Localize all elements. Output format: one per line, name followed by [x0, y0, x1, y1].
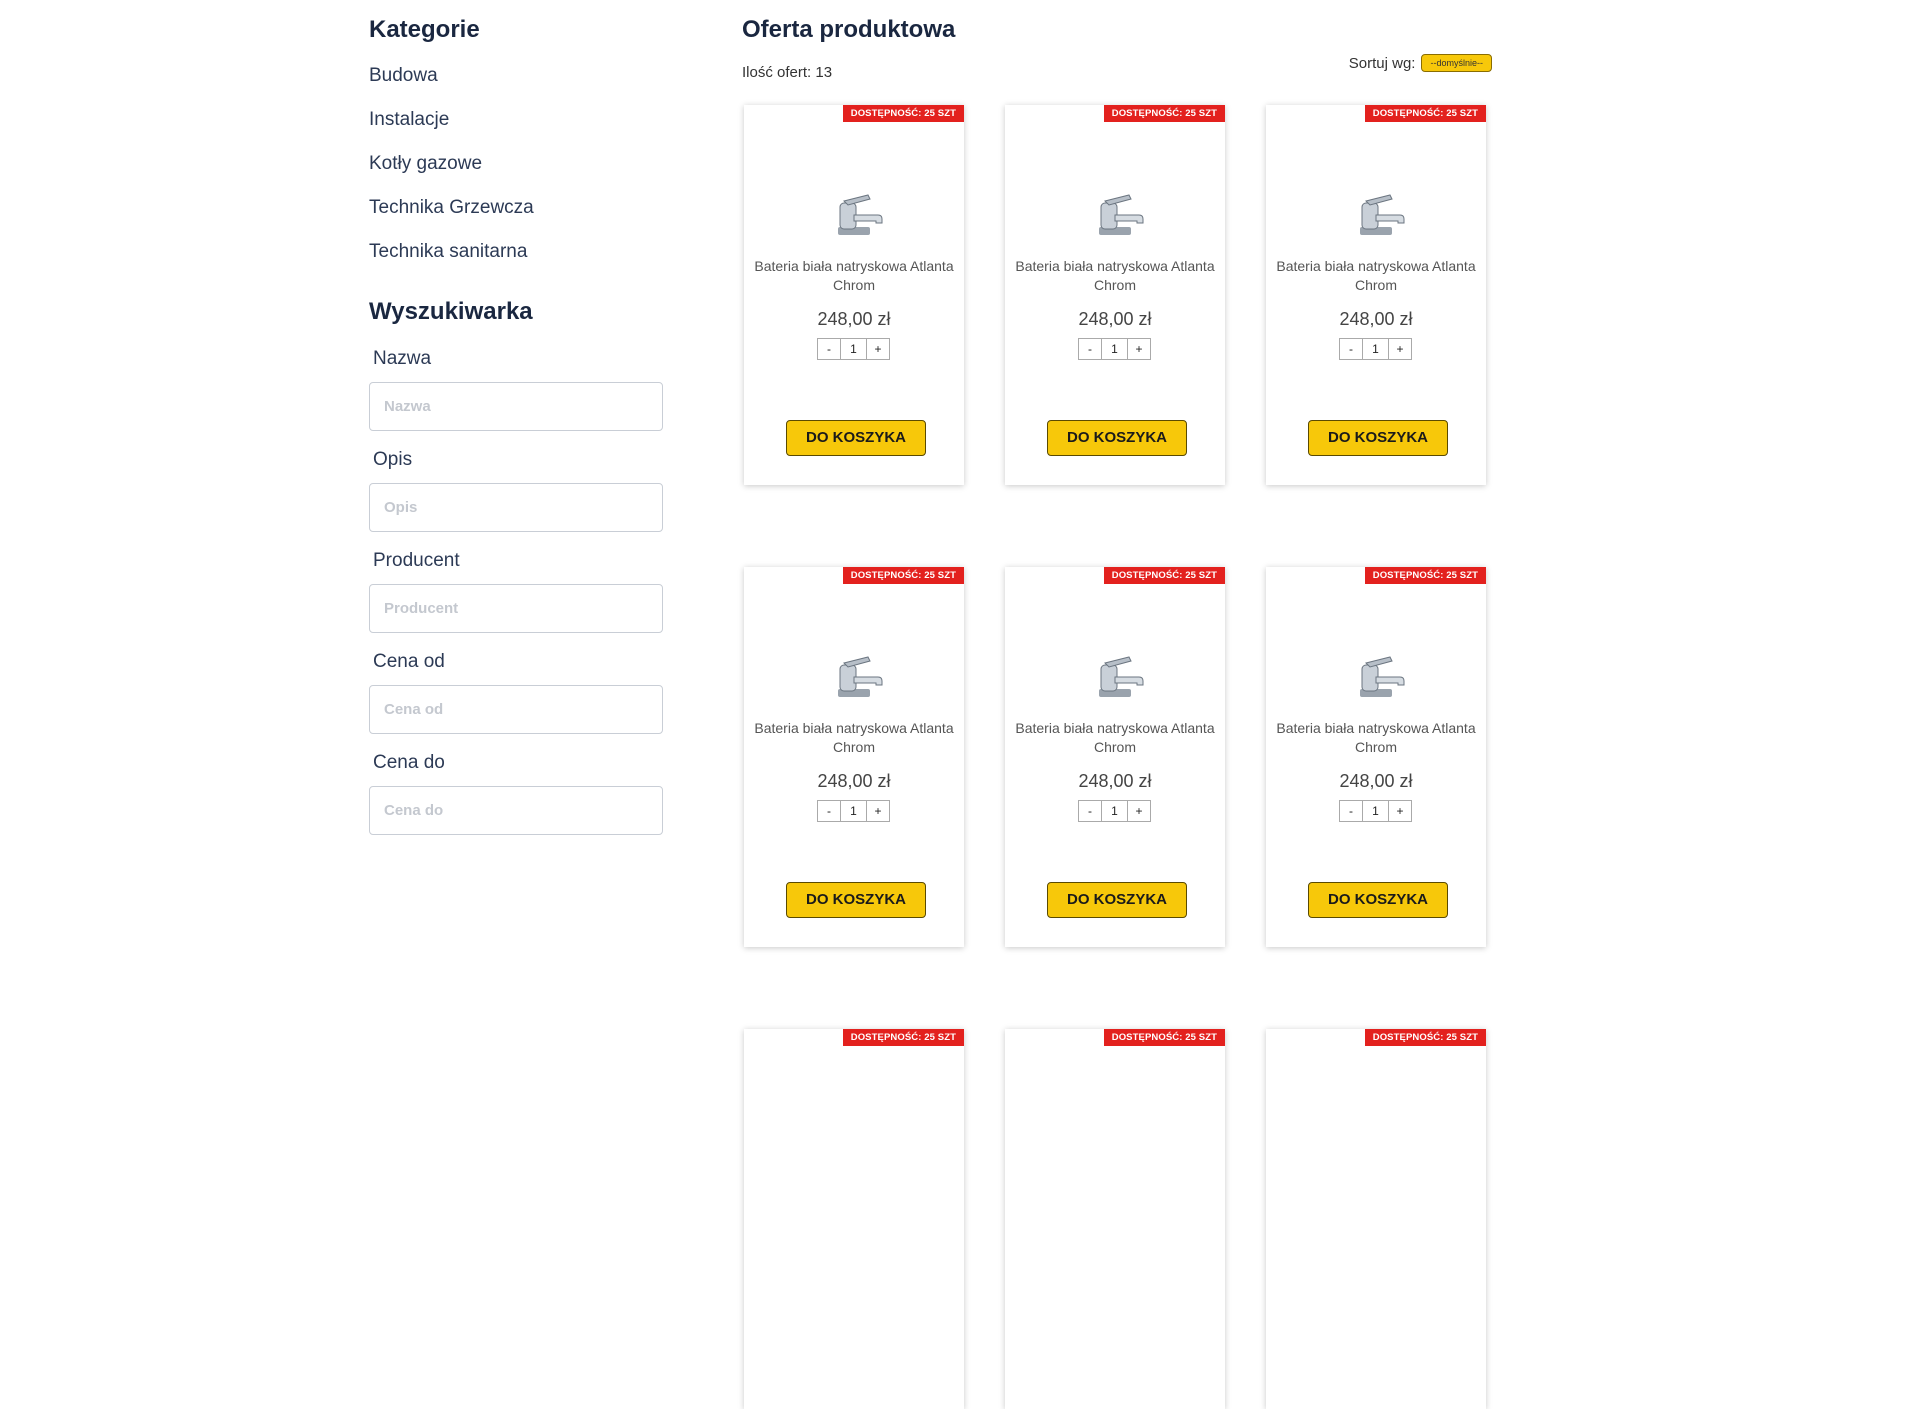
producer-label: Producent [373, 550, 460, 571]
faucet-icon [838, 656, 883, 697]
product-price: 248,00 zł [1078, 771, 1152, 791]
page-title: Oferta produktowa [742, 16, 956, 43]
price-from-input[interactable] [369, 685, 663, 734]
quantity-stepper: - 1 + [1339, 338, 1412, 360]
field-price-from: Cena od [369, 647, 669, 734]
name-label: Nazwa [373, 348, 432, 369]
increase-button[interactable]: + [1388, 800, 1412, 822]
description-input[interactable] [369, 483, 663, 532]
price-from-label: Cena od [373, 651, 445, 672]
product-price: 248,00 zł [1078, 309, 1152, 329]
faucet-icon [1099, 194, 1144, 235]
increase-button[interactable]: + [1388, 338, 1412, 360]
availability-badge: DOSTĘPNOŚĆ: 25 SZT [842, 1029, 964, 1046]
quantity-value[interactable]: 1 [841, 800, 866, 822]
availability-badge: DOSTĘPNOŚĆ: 25 SZT [1103, 567, 1225, 584]
quantity-stepper: - 1 + [1339, 800, 1412, 822]
availability-badge: DOSTĘPNOŚĆ: 25 SZT [1103, 1029, 1225, 1046]
increase-button[interactable]: + [866, 800, 890, 822]
quantity-value[interactable]: 1 [1102, 800, 1127, 822]
product-price: 248,00 zł [1339, 771, 1413, 791]
quantity-stepper: - 1 + [817, 800, 890, 822]
increase-button[interactable]: + [1127, 338, 1151, 360]
increase-button[interactable]: + [1127, 800, 1151, 822]
product-card: DOSTĘPNOŚĆ: 25 SZT [1005, 1029, 1225, 1409]
product-card: DOSTĘPNOŚĆ: 25 SZT Bateria biała natrysk… [1266, 105, 1486, 485]
category-budowa[interactable]: Budowa [369, 54, 669, 98]
product-price: 248,00 zł [817, 309, 891, 329]
price-to-input[interactable] [369, 786, 663, 835]
product-offer-section: Oferta produktowa Ilość ofert: 13 Sortuj… [742, 12, 1492, 1409]
product-name: Bateria biała natryskowa Atlanta Chrom [1276, 258, 1476, 293]
product-name: Bateria biała natryskowa Atlanta Chrom [1015, 720, 1215, 755]
increase-button[interactable]: + [866, 338, 890, 360]
product-card: DOSTĘPNOŚĆ: 25 SZT [744, 1029, 964, 1409]
availability-badge: DOSTĘPNOŚĆ: 25 SZT [842, 567, 964, 584]
decrease-button[interactable]: - [1078, 800, 1102, 822]
product-card: DOSTĘPNOŚĆ: 25 SZT Bateria biała natrysk… [1266, 567, 1486, 947]
category-technika-sanitarna[interactable]: Technika sanitarna [369, 230, 669, 274]
quantity-value[interactable]: 1 [841, 338, 866, 360]
categories-heading: Kategorie [369, 16, 480, 43]
decrease-button[interactable]: - [1078, 338, 1102, 360]
add-to-cart-button[interactable]: DO KOSZYKA [786, 420, 926, 456]
field-name: Nazwa [369, 344, 669, 431]
offer-count: Ilość ofert: 13 [742, 64, 833, 81]
decrease-button[interactable]: - [1339, 338, 1363, 360]
add-to-cart-button[interactable]: DO KOSZYKA [1047, 420, 1187, 456]
product-price: 248,00 zł [1339, 309, 1413, 329]
add-to-cart-button[interactable]: DO KOSZYKA [1308, 882, 1448, 918]
field-producer: Producent [369, 546, 669, 633]
quantity-value[interactable]: 1 [1363, 800, 1388, 822]
decrease-button[interactable]: - [817, 338, 841, 360]
availability-badge: DOSTĘPNOŚĆ: 25 SZT [1103, 105, 1225, 122]
description-label: Opis [373, 449, 413, 470]
category-instalacje[interactable]: Instalacje [369, 98, 669, 142]
faucet-icon [1360, 656, 1405, 697]
producer-input[interactable] [369, 584, 663, 633]
faucet-icon [1099, 656, 1144, 697]
product-card: DOSTĘPNOŚĆ: 25 SZT Bateria biała natrysk… [744, 105, 964, 485]
product-card: DOSTĘPNOŚĆ: 25 SZT [1266, 1029, 1486, 1409]
field-price-to: Cena do [369, 748, 669, 835]
search-heading: Wyszukiwarka [369, 298, 533, 325]
decrease-button[interactable]: - [1339, 800, 1363, 822]
name-input[interactable] [369, 382, 663, 431]
quantity-value[interactable]: 1 [1363, 338, 1388, 360]
faucet-icon [1360, 194, 1405, 235]
add-to-cart-button[interactable]: DO KOSZYKA [1308, 420, 1448, 456]
sidebar: Kategorie Budowa Instalacje Kotły gazowe… [369, 12, 669, 835]
product-name: Bateria biała natryskowa Atlanta Chrom [1276, 720, 1476, 755]
sort-control: Sortuj wg: --domyślnie-- [1349, 54, 1492, 72]
faucet-icon [838, 194, 883, 235]
sort-label: Sortuj wg: [1348, 54, 1416, 72]
quantity-stepper: - 1 + [1078, 338, 1151, 360]
category-kotly-gazowe[interactable]: Kotły gazowe [369, 142, 669, 186]
sort-select[interactable]: --domyślnie-- [1421, 54, 1492, 72]
product-price: 248,00 zł [817, 771, 891, 791]
price-to-label: Cena do [373, 752, 445, 773]
quantity-stepper: - 1 + [1078, 800, 1151, 822]
category-technika-grzewcza[interactable]: Technika Grzewcza [369, 186, 669, 230]
quantity-value[interactable]: 1 [1102, 338, 1127, 360]
quantity-stepper: - 1 + [817, 338, 890, 360]
product-card: DOSTĘPNOŚĆ: 25 SZT Bateria biała natrysk… [1005, 567, 1225, 947]
add-to-cart-button[interactable]: DO KOSZYKA [786, 882, 926, 918]
decrease-button[interactable]: - [817, 800, 841, 822]
product-card: DOSTĘPNOŚĆ: 25 SZT Bateria biała natrysk… [744, 567, 964, 947]
add-to-cart-button[interactable]: DO KOSZYKA [1047, 882, 1187, 918]
product-name: Bateria biała natryskowa Atlanta Chrom [754, 258, 954, 293]
availability-badge: DOSTĘPNOŚĆ: 25 SZT [1364, 1029, 1486, 1046]
product-name: Bateria biała natryskowa Atlanta Chrom [754, 720, 954, 755]
availability-badge: DOSTĘPNOŚĆ: 25 SZT [1364, 105, 1486, 122]
category-list: Budowa Instalacje Kotły gazowe Technika … [369, 54, 669, 274]
availability-badge: DOSTĘPNOŚĆ: 25 SZT [842, 105, 964, 122]
availability-badge: DOSTĘPNOŚĆ: 25 SZT [1364, 567, 1486, 584]
product-card: DOSTĘPNOŚĆ: 25 SZT Bateria biała natrysk… [1005, 105, 1225, 485]
field-description: Opis [369, 445, 669, 532]
product-name: Bateria biała natryskowa Atlanta Chrom [1015, 258, 1215, 293]
